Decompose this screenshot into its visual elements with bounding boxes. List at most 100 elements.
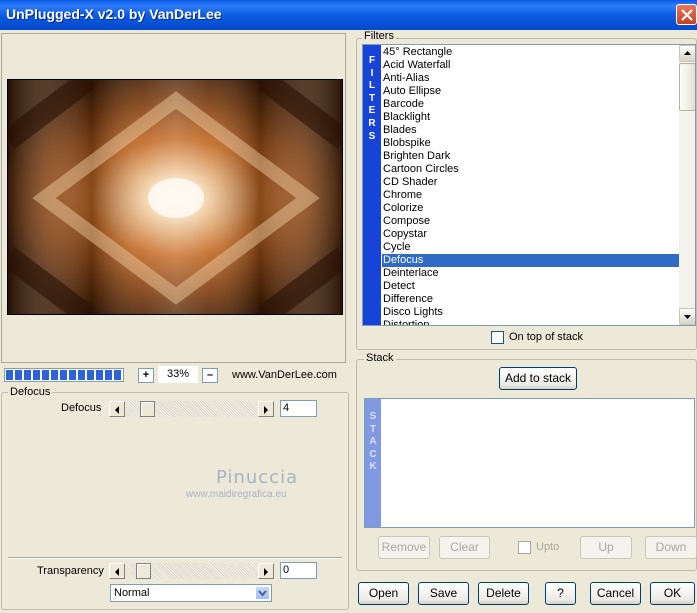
progress-block [42, 370, 49, 380]
transparency-value-input[interactable]: 0 [280, 562, 317, 579]
scroll-down-button[interactable] [679, 308, 695, 325]
progress-block [33, 370, 40, 380]
defocus-slider-thumb[interactable] [139, 401, 155, 417]
blend-mode-value: Normal [114, 587, 150, 599]
clear-button[interactable]: Clear [439, 536, 490, 559]
filter-list-item[interactable]: Defocus [382, 254, 679, 267]
upto-checkbox[interactable] [518, 541, 531, 554]
window-title: UnPlugged-X v2.0 by VanDerLee [6, 6, 222, 22]
filter-list-item[interactable]: Anti-Alias [382, 72, 679, 85]
filter-list-item[interactable]: Compose [382, 215, 679, 228]
defocus-value-input[interactable]: 4 [280, 400, 317, 417]
progress-block [51, 370, 58, 380]
website-link[interactable]: www.VanDerLee.com [232, 369, 337, 381]
filters-listbox[interactable]: FILTERS 45° Rectangle Acid Waterfall Anti-… [362, 44, 696, 326]
stack-side-banner: STACK [365, 399, 381, 527]
watermark-url: www.maidiregrafica.eu [186, 489, 287, 500]
arrow-left-icon [115, 568, 119, 576]
effect-group-label: Defocus [8, 386, 53, 398]
defocus-label: Defocus [61, 402, 102, 414]
side-banner-letter: S [369, 411, 377, 422]
progress-block [60, 370, 67, 380]
filter-list-item[interactable]: Distortion [382, 319, 679, 325]
side-banner-letter: I [370, 67, 374, 79]
defocus-decrease-button[interactable] [109, 401, 125, 417]
up-button[interactable]: Up [580, 536, 632, 559]
zoom-out-button[interactable]: – [202, 368, 218, 383]
side-banner-letter: K [369, 461, 377, 473]
add-to-stack-button[interactable]: Add to stack [499, 367, 577, 390]
filter-list-item[interactable]: CD Shader [382, 176, 679, 189]
scroll-up-button[interactable] [679, 45, 695, 62]
filter-list-item[interactable]: Disco Lights [382, 306, 679, 319]
filter-list-item[interactable]: Auto Ellipse [382, 85, 679, 98]
blend-mode-select[interactable]: Normal [110, 584, 272, 602]
chevron-down-icon [258, 590, 267, 597]
remove-button[interactable]: Remove [378, 536, 430, 559]
defocus-increase-button[interactable] [258, 401, 274, 417]
side-banner-letter: F [368, 55, 376, 66]
ok-button[interactable]: OK [650, 582, 695, 605]
arrow-right-icon [264, 568, 268, 576]
close-icon [681, 9, 693, 21]
divider [8, 557, 342, 559]
filter-list-item[interactable]: Colorize [382, 202, 679, 215]
filter-list-item[interactable]: Blacklight [382, 111, 679, 124]
progress-block [24, 370, 31, 380]
progress-block [114, 370, 121, 380]
dropdown-arrow-button[interactable] [255, 586, 270, 600]
progress-block [105, 370, 112, 380]
arrow-left-icon [115, 406, 119, 414]
side-banner-letter: S [368, 130, 376, 142]
render-progress-bar [4, 368, 124, 382]
zoom-in-button[interactable]: + [138, 368, 154, 383]
scrollbar-thumb[interactable] [679, 63, 695, 111]
delete-button[interactable]: Delete [478, 582, 529, 605]
filter-list-item[interactable]: Brighten Dark [382, 150, 679, 163]
transparency-slider-thumb[interactable] [136, 563, 151, 579]
open-button[interactable]: Open [358, 582, 409, 605]
on-top-of-stack-checkbox[interactable] [491, 331, 504, 344]
arrow-right-icon [264, 406, 268, 414]
title-bar[interactable]: UnPlugged-X v2.0 by VanDerLee [0, 0, 697, 30]
chevron-up-icon [684, 51, 691, 55]
cancel-button[interactable]: Cancel [590, 582, 641, 605]
filter-list-item[interactable]: Copystar [382, 228, 679, 241]
side-banner-letter: L [368, 80, 376, 92]
progress-block [15, 370, 22, 380]
filter-list-item[interactable]: Acid Waterfall [382, 59, 679, 72]
stack-listbox[interactable]: STACK [364, 398, 695, 528]
filters-scrollbar[interactable] [679, 45, 695, 325]
progress-block [78, 370, 85, 380]
filter-list-item[interactable]: 45° Rectangle [382, 46, 679, 59]
filters-side-banner: FILTERS [363, 45, 381, 325]
filter-list-item[interactable]: Blades [382, 124, 679, 137]
progress-block [96, 370, 103, 380]
filter-list-item[interactable]: Cycle [382, 241, 679, 254]
filter-list-item[interactable]: Deinterlace [382, 267, 679, 280]
transparency-label: Transparency [37, 565, 104, 577]
side-banner-letter: E [368, 105, 376, 117]
filter-list-item[interactable]: Difference [382, 293, 679, 306]
on-top-of-stack-label: On top of stack [509, 331, 583, 343]
transparency-decrease-button[interactable] [109, 563, 125, 579]
filter-list-item[interactable]: Blobspike [382, 137, 679, 150]
preview-image[interactable] [7, 79, 343, 315]
zoom-value: 33% [158, 366, 198, 383]
side-banner-letter: A [369, 436, 377, 448]
transparency-increase-button[interactable] [258, 563, 274, 579]
progress-block [69, 370, 76, 380]
stack-group-label: Stack [364, 352, 396, 364]
filter-list-item[interactable]: Cartoon Circles [382, 163, 679, 176]
side-banner-letter: T [369, 423, 377, 435]
down-button[interactable]: Down [645, 536, 697, 559]
progress-block [87, 370, 94, 380]
progress-block [6, 370, 13, 380]
close-button[interactable] [676, 4, 697, 25]
save-button[interactable]: Save [418, 582, 469, 605]
filter-list-item[interactable]: Chrome [382, 189, 679, 202]
help-button[interactable]: ? [545, 582, 576, 605]
filter-list-item[interactable]: Barcode [382, 98, 679, 111]
filter-list-item[interactable]: Detect [382, 280, 679, 293]
watermark-title: Pinuccia [216, 467, 299, 488]
